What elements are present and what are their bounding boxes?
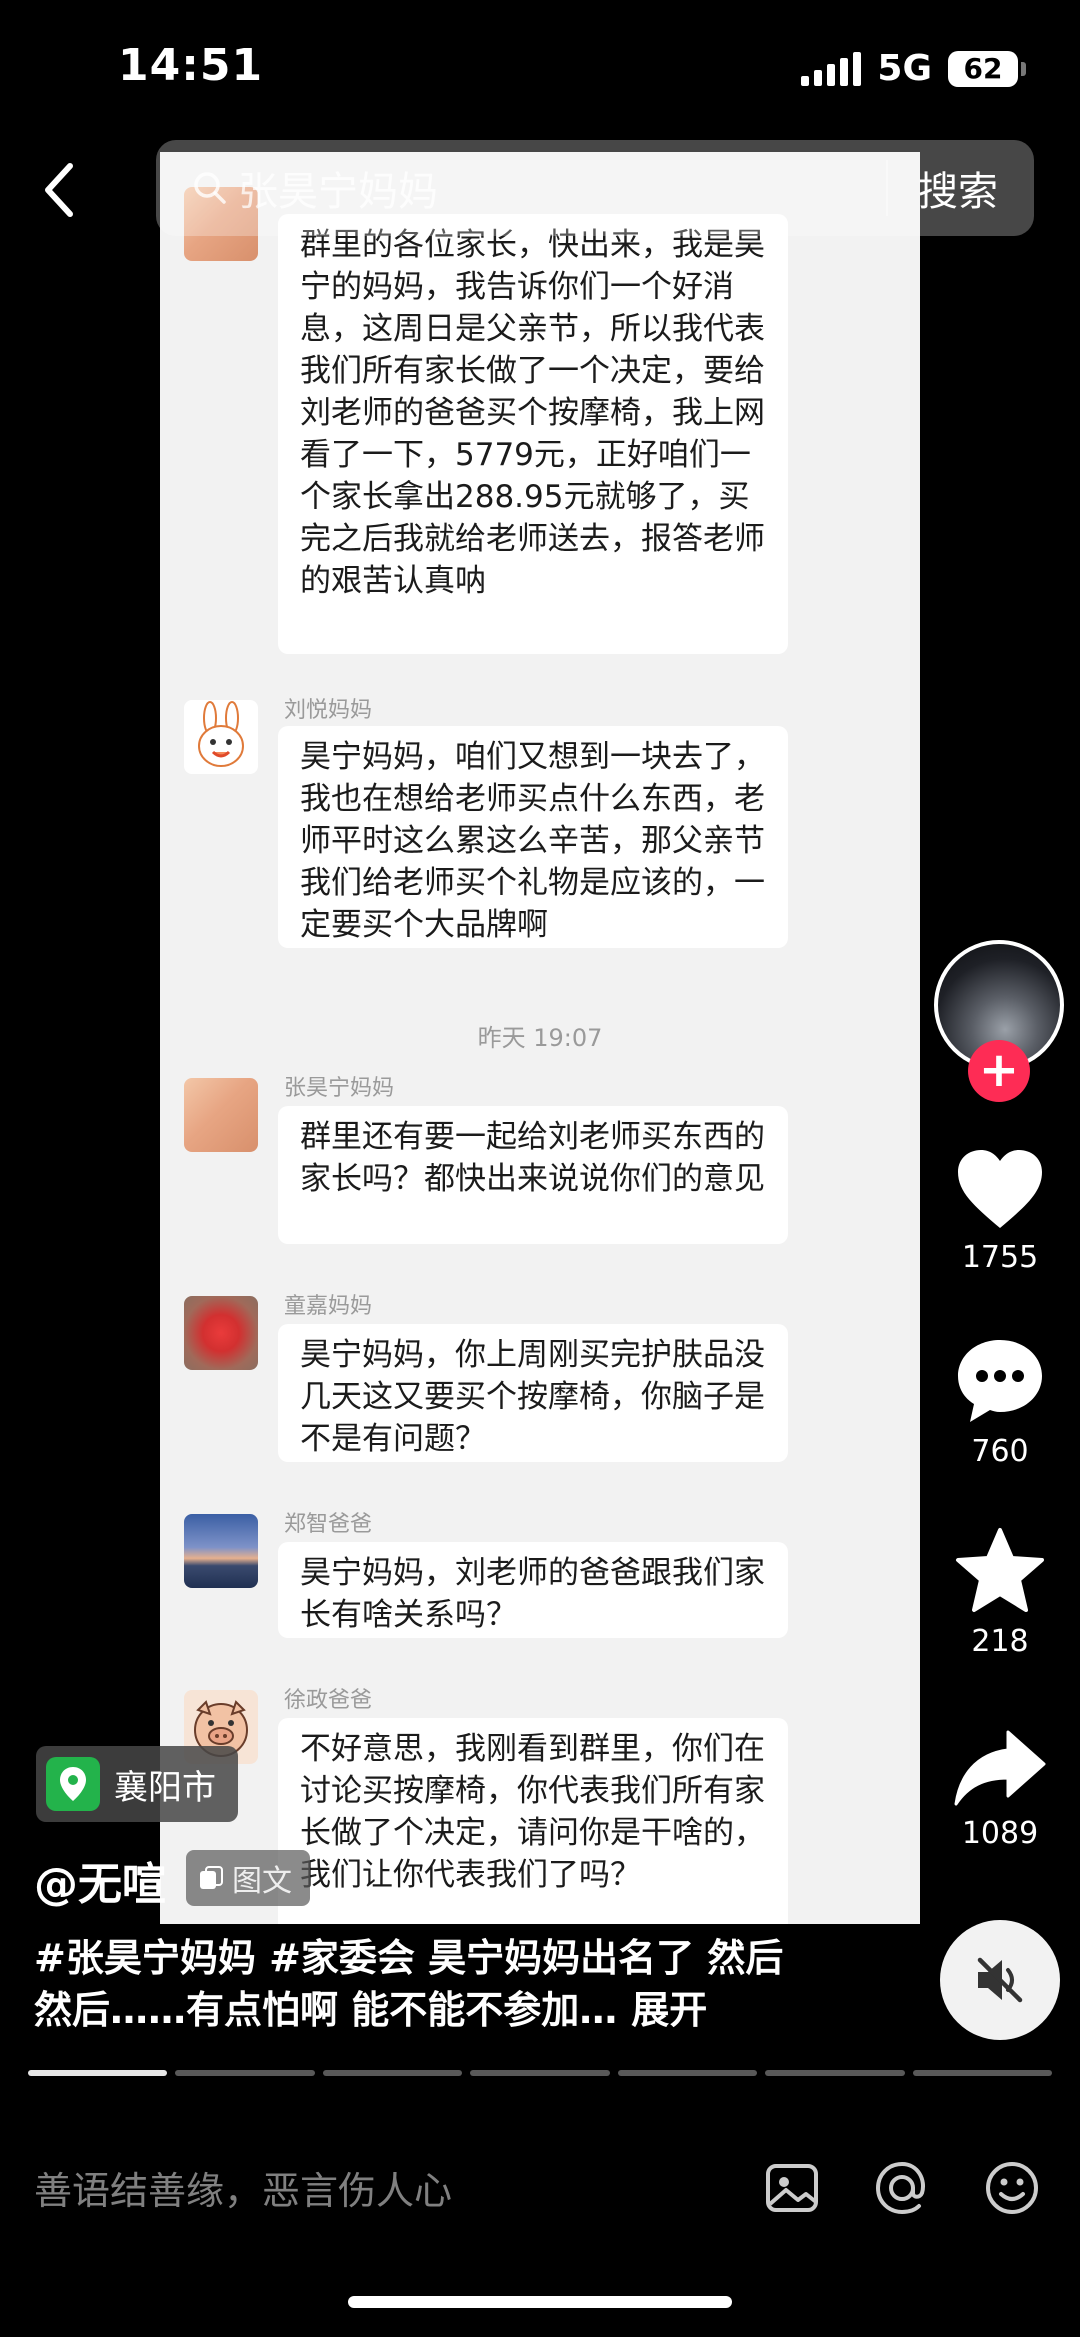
- comment-button[interactable]: 760: [940, 1336, 1060, 1469]
- comment-icon: [958, 1340, 1042, 1422]
- progress-segment: [912, 2070, 1052, 2076]
- image-progress: [28, 2070, 1052, 2076]
- image-icon[interactable]: [760, 2156, 824, 2220]
- progress-segment: [175, 2070, 315, 2076]
- follow-button[interactable]: +: [968, 1040, 1030, 1102]
- search-button[interactable]: 搜索: [888, 159, 1034, 217]
- chat-bubble: 群里还有要一起给刘老师买东西的家长吗？都快出来说说你们的意见: [278, 1106, 788, 1244]
- location-pin-icon: [46, 1757, 100, 1811]
- emoji-icon[interactable]: [980, 2156, 1044, 2220]
- comment-count: 760: [971, 1434, 1029, 1469]
- post-type-label: 图文: [232, 1864, 292, 1899]
- favorite-button[interactable]: 218: [940, 1526, 1060, 1659]
- avatar: [184, 1514, 258, 1588]
- sender-name: 徐政爸爸: [284, 1688, 373, 1713]
- sender-name: 刘悦妈妈: [284, 698, 373, 723]
- home-indicator[interactable]: [348, 2296, 732, 2308]
- chat-bubble: 昊宁妈妈，你上周刚买完护肤品没几天这又要买个按摩椅，你脑子是不是有问题？: [278, 1324, 788, 1462]
- sender-name: 郑智爸爸: [284, 1512, 373, 1537]
- mute-icon: [977, 1957, 1023, 2003]
- status-indicators: 5G 62: [801, 48, 1026, 89]
- sender-name: 张昊宁妈妈: [284, 1076, 395, 1101]
- avatar: [184, 1078, 258, 1152]
- avatar: [184, 1296, 258, 1370]
- rabbit-icon: [198, 701, 244, 767]
- location-tag[interactable]: 襄阳市: [36, 1746, 238, 1822]
- status-time: 14:51: [118, 40, 264, 91]
- expand-button[interactable]: 展开: [631, 1988, 707, 2032]
- chat-screenshot: 群里的各位家长，快出来，我是昊宁的妈妈，我告诉你们一个好消息，这周日是父亲节，所…: [160, 152, 920, 1924]
- avatar: [184, 700, 258, 774]
- favorite-count: 218: [971, 1624, 1029, 1659]
- sender-name: 童嘉妈妈: [284, 1294, 373, 1319]
- share-button[interactable]: 1089: [940, 1728, 1060, 1851]
- image-post-icon: [200, 1866, 223, 1889]
- search-icon: [194, 172, 226, 204]
- author-name[interactable]: @无喧: [34, 1848, 166, 1912]
- heart-icon: [958, 1150, 1042, 1228]
- comment-bar: 善语结善缘，恶言伤人心: [0, 2130, 1080, 2250]
- post-type-badge: 图文: [186, 1850, 310, 1906]
- progress-segment: [765, 2070, 905, 2076]
- video-caption[interactable]: #张昊宁妈妈 #家委会 昊宁妈妈出名了 然后 然后……有点怕啊 能不能不参加… 展…: [34, 1932, 834, 2036]
- progress-segment: [28, 2070, 168, 2076]
- network-type: 5G: [877, 48, 932, 89]
- comment-input[interactable]: 善语结善缘，恶言伤人心: [34, 2160, 452, 2215]
- progress-segment: [617, 2070, 758, 2076]
- chat-bubble: 昊宁妈妈，刘老师的爸爸跟我们家长有啥关系吗？: [278, 1542, 788, 1638]
- chat-bubble: 不好意思，我刚看到群里，你们在讨论买按摩椅，你代表我们所有家长做了个决定，请问你…: [278, 1718, 788, 1924]
- location-label: 襄阳市: [114, 1767, 216, 1808]
- share-icon: [954, 1730, 1046, 1806]
- chat-bubble: 昊宁妈妈，咱们又想到一块去了，我也在想给老师买点什么东西，老师平时这么累这么辛苦…: [278, 726, 788, 948]
- back-button[interactable]: [40, 160, 90, 220]
- progress-segment: [322, 2070, 463, 2076]
- progress-segment: [470, 2070, 610, 2076]
- battery-icon: 62: [948, 50, 1026, 87]
- signal-icon: [801, 51, 862, 86]
- like-count: 1755: [961, 1240, 1039, 1275]
- search-bar[interactable]: 张昊宁妈妈 搜索: [156, 140, 1034, 236]
- search-input[interactable]: 张昊宁妈妈: [238, 159, 886, 217]
- star-icon: [956, 1528, 1044, 1612]
- at-icon[interactable]: [870, 2156, 934, 2220]
- mute-button[interactable]: [940, 1920, 1060, 2040]
- chat-bubble: 群里的各位家长，快出来，我是昊宁的妈妈，我告诉你们一个好消息，这周日是父亲节，所…: [278, 214, 788, 654]
- chat-timestamp: 昨天 19:07: [477, 1024, 603, 1052]
- like-button[interactable]: 1755: [940, 1146, 1060, 1275]
- back-icon: [45, 163, 73, 217]
- share-count: 1089: [961, 1816, 1039, 1851]
